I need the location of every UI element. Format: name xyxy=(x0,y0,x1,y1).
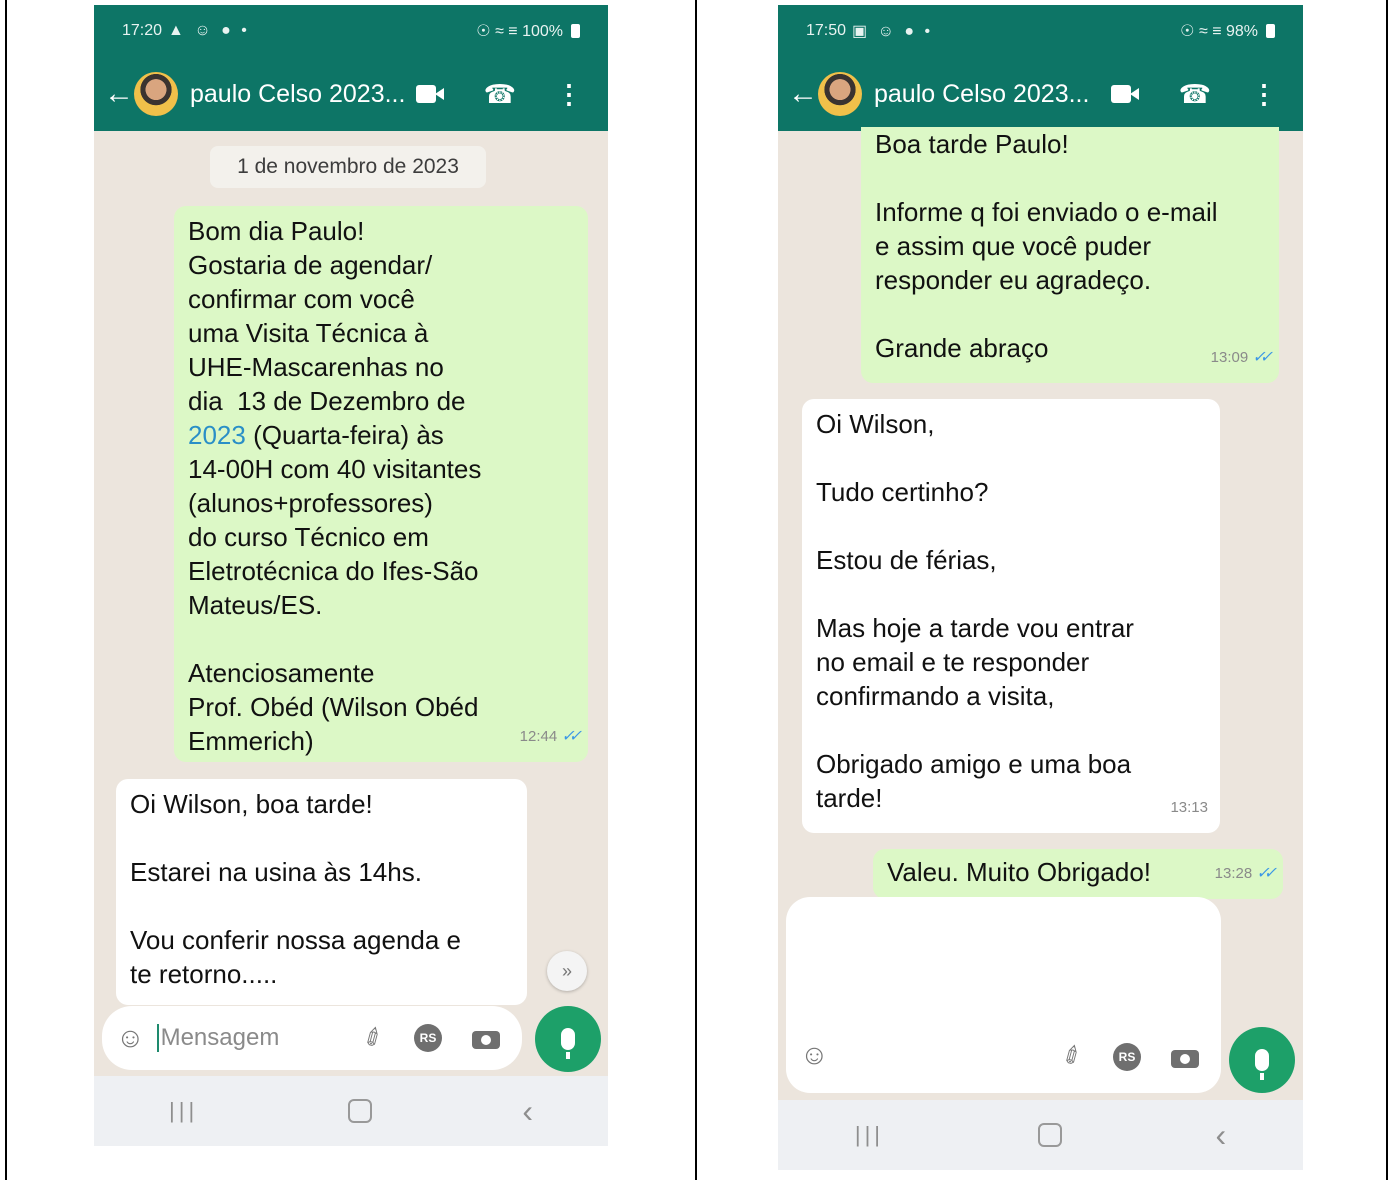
payment-rs-icon[interactable]: RS xyxy=(414,1024,442,1052)
read-receipt-icon: ✓✓ xyxy=(561,728,582,745)
message-time: 12:44 xyxy=(519,728,558,745)
video-call-icon[interactable] xyxy=(415,85,444,103)
message-text: Oi Wilson, Tudo certinho? Estou de féria… xyxy=(816,409,1134,813)
system-icons: ☉ ≈ ≡ 100% xyxy=(476,21,580,41)
back-arrow-icon[interactable]: ← xyxy=(788,77,818,111)
recent-apps-icon[interactable]: ||| xyxy=(169,1098,198,1124)
video-call-icon[interactable] xyxy=(1110,85,1139,103)
system-status-text: ☉ ≈ ≡ 98% xyxy=(1180,23,1258,40)
message-bubble-incoming[interactable]: Oi Wilson, boa tarde! Estarei na usina à… xyxy=(116,779,527,1005)
message-meta: 13:28 ✓✓ xyxy=(1214,857,1277,891)
message-text: Bom dia Paulo! Gostaria de agendar/ conf… xyxy=(188,216,482,756)
header-actions: ☎ ⋮ xyxy=(1110,81,1277,107)
contact-name[interactable]: paulo Celso 2023... xyxy=(190,80,405,109)
camera-icon[interactable] xyxy=(1171,1046,1199,1068)
chat-header: ← paulo Celso 2023... ☎ ⋮ xyxy=(94,57,608,131)
table-column-divider xyxy=(695,0,697,1180)
voice-record-button[interactable] xyxy=(535,1006,601,1072)
chat-header: ← paulo Celso 2023... ☎ ⋮ xyxy=(778,57,1303,131)
message-bubble-incoming[interactable]: Oi Wilson, Tudo certinho? Estou de féria… xyxy=(802,399,1220,833)
date-link[interactable]: 2023 xyxy=(188,420,246,450)
overflow-menu-icon[interactable]: ⋮ xyxy=(1251,81,1277,107)
emoji-icon[interactable]: ☺ xyxy=(800,1039,829,1071)
screenshot-right: 17:50 ▣ ☺ ● • ☉ ≈ ≡ 98% ← paulo Celso 20… xyxy=(778,5,1303,1170)
payment-rs-icon[interactable]: RS xyxy=(1113,1042,1141,1071)
microphone-icon xyxy=(1255,1049,1269,1080)
contact-name[interactable]: paulo Celso 2023... xyxy=(874,80,1089,109)
recent-apps-icon[interactable]: ||| xyxy=(855,1122,884,1148)
message-meta: 13:13 xyxy=(1170,791,1208,825)
composer-tools: ✐ RS xyxy=(1057,1040,1199,1073)
attach-clip-icon[interactable]: ✐ xyxy=(1057,1039,1089,1074)
header-actions: ☎ ⋮ xyxy=(415,81,582,107)
contact-avatar[interactable] xyxy=(134,72,178,116)
message-time: 13:28 xyxy=(1214,865,1253,882)
microphone-icon xyxy=(561,1028,575,1059)
system-nav-bar: ||| ‹ xyxy=(94,1076,608,1146)
battery-icon xyxy=(1266,24,1275,38)
message-composer[interactable]: ☺ ✐ RS xyxy=(786,897,1221,1093)
date-chip: 1 de novembro de 2023 xyxy=(210,146,486,188)
text-cursor xyxy=(156,1024,159,1052)
composer-tools: ✐ RS xyxy=(358,1021,500,1055)
message-time: 13:13 xyxy=(1170,799,1208,816)
phone-call-icon[interactable]: ☎ xyxy=(484,81,516,107)
camera-icon[interactable] xyxy=(472,1027,500,1049)
message-text: Oi Wilson, boa tarde! Estarei na usina à… xyxy=(130,789,462,989)
system-status-text: ☉ ≈ ≡ 100% xyxy=(476,23,563,40)
status-time: 17:50 xyxy=(806,22,847,39)
home-icon[interactable] xyxy=(348,1099,373,1123)
message-time: 13:09 xyxy=(1210,349,1249,366)
system-back-icon[interactable]: ‹ xyxy=(1215,1117,1226,1154)
message-text: Boa tarde Paulo! Informe q foi enviado o… xyxy=(875,129,1218,363)
message-bubble-outgoing[interactable]: Valeu. Muito Obrigado! 13:28 ✓✓ xyxy=(873,849,1283,899)
system-nav-bar: ||| ‹ xyxy=(778,1100,1303,1170)
message-composer[interactable]: ☺ Mensagem ✐ RS xyxy=(102,1006,522,1070)
read-receipt-icon: ✓✓ xyxy=(1256,865,1277,882)
screenshot-left: 17:20 ▲ ☺ ● • ☉ ≈ ≡ 100% ← paulo Celso 2… xyxy=(94,5,608,1146)
overflow-menu-icon[interactable]: ⋮ xyxy=(556,81,582,107)
emoji-icon[interactable]: ☺ xyxy=(116,1022,145,1054)
status-bar: 17:20 ▲ ☺ ● • ☉ ≈ ≡ 100% xyxy=(94,5,608,57)
notification-icons: ▣ ☺ ● • xyxy=(852,23,934,40)
home-icon[interactable] xyxy=(1037,1123,1062,1147)
message-bubble-outgoing[interactable]: Bom dia Paulo! Gostaria de agendar/ conf… xyxy=(174,206,588,762)
message-bubble-outgoing[interactable]: Boa tarde Paulo! Informe q foi enviado o… xyxy=(861,127,1279,383)
message-input-placeholder[interactable]: Mensagem xyxy=(161,1024,280,1052)
scroll-to-bottom-button[interactable]: » xyxy=(547,951,587,991)
message-text: Valeu. Muito Obrigado! xyxy=(887,857,1151,887)
message-meta: 12:44 ✓✓ xyxy=(519,720,582,754)
notification-icons: ▲ ☺ ● • xyxy=(168,22,250,39)
attach-clip-icon[interactable]: ✐ xyxy=(358,1020,390,1055)
read-receipt-icon: ✓✓ xyxy=(1252,349,1273,366)
battery-icon xyxy=(571,24,580,38)
status-time: 17:20 xyxy=(122,22,163,39)
system-icons: ☉ ≈ ≡ 98% xyxy=(1180,21,1275,41)
back-arrow-icon[interactable]: ← xyxy=(104,77,134,111)
phone-call-icon[interactable]: ☎ xyxy=(1179,81,1211,107)
message-meta: 13:09 ✓✓ xyxy=(1210,341,1273,375)
voice-record-button[interactable] xyxy=(1229,1027,1295,1093)
contact-avatar[interactable] xyxy=(818,72,862,116)
status-bar: 17:50 ▣ ☺ ● • ☉ ≈ ≡ 98% xyxy=(778,5,1303,57)
system-back-icon[interactable]: ‹ xyxy=(522,1093,533,1130)
